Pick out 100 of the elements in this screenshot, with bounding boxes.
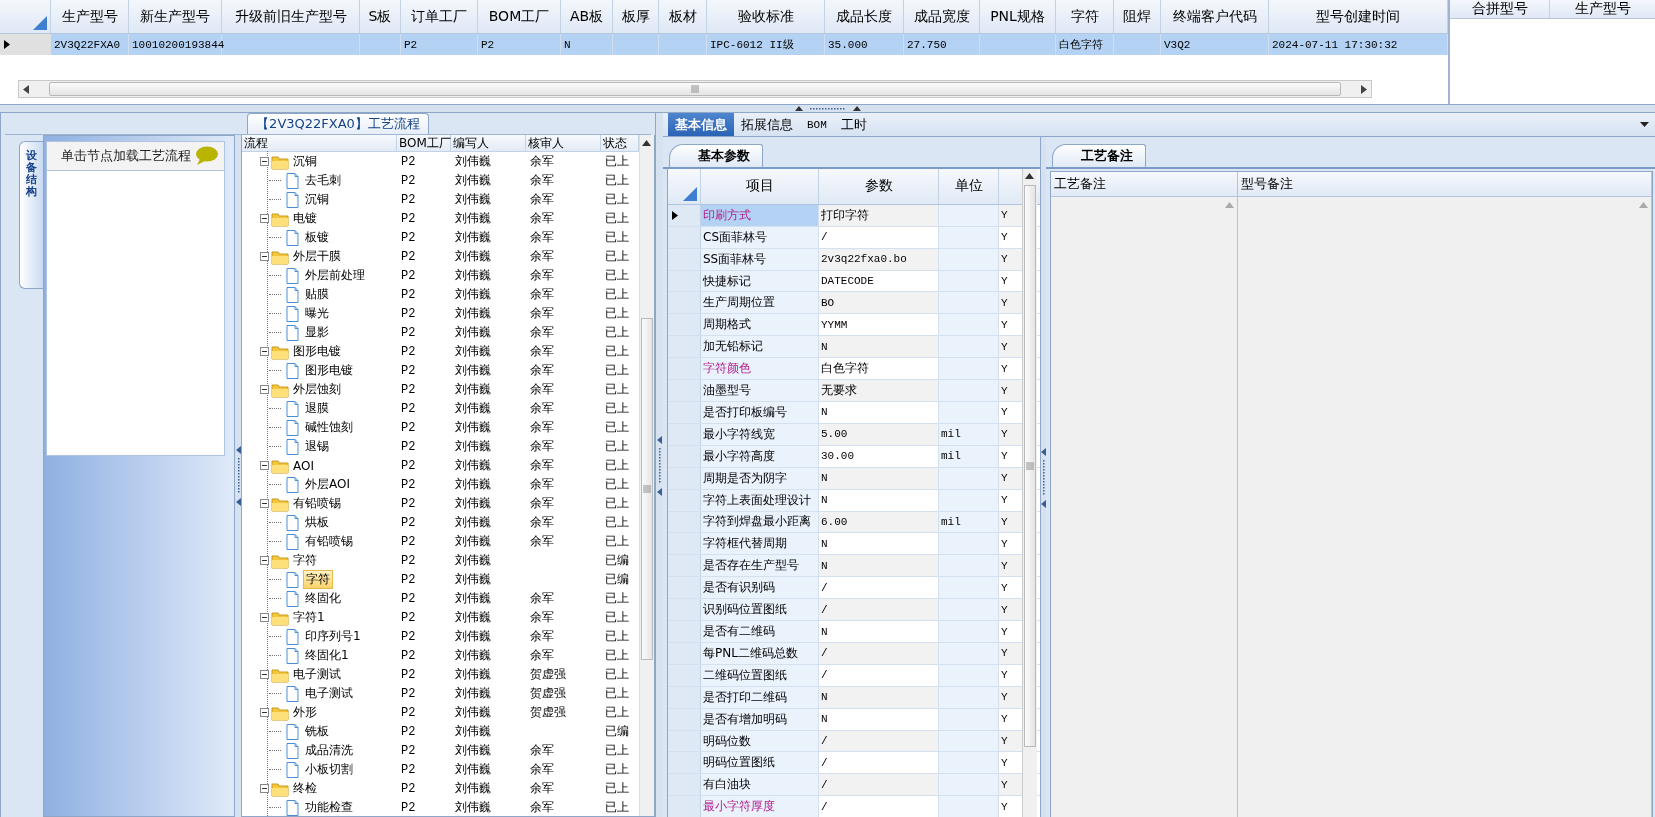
tab[interactable]: 拓展信息 (734, 113, 800, 136)
column-header[interactable]: 型号创建时间 (1269, 0, 1448, 33)
tree-node-label[interactable]: 终固化1 (303, 647, 351, 664)
tree-node-label[interactable]: 有铅喷锡 (303, 533, 355, 550)
tree-node-label[interactable]: 字符1 (291, 609, 327, 626)
collapse-icon[interactable] (260, 461, 269, 470)
table-row[interactable]: 是否打印板编号 N Y (668, 402, 1040, 424)
splitter-grip-icon[interactable] (658, 447, 661, 484)
collapse-arrow-icon[interactable] (657, 435, 662, 444)
vertical-scrollbar[interactable] (1022, 169, 1037, 817)
tree-node-label[interactable]: 外层干膜 (291, 248, 343, 265)
scroll-right-icon[interactable] (1361, 84, 1367, 94)
column-header[interactable]: 编写人 (451, 135, 526, 151)
collapse-icon[interactable] (260, 613, 269, 622)
table-row[interactable]: 每PNL二维码总数 / Y (668, 642, 1040, 665)
column-header[interactable]: 成品宽度 (904, 0, 980, 33)
tree-node-label[interactable]: 字符 (291, 552, 319, 569)
scroll-up-icon[interactable] (642, 140, 651, 146)
tree-node-label[interactable]: 退锡 (303, 438, 331, 455)
vertical-tab[interactable]: 设备结构 (19, 141, 43, 289)
tree-node-label[interactable]: 铣板 (303, 723, 331, 740)
scroll-up-icon[interactable] (1025, 173, 1034, 179)
tree-node-label[interactable]: 沉铜 (303, 191, 331, 208)
tree-node-label[interactable]: 外层蚀刻 (291, 381, 343, 398)
table-row[interactable]: 是否打印二维码 N Y (668, 686, 1040, 709)
splitter-grip-icon[interactable] (1042, 459, 1045, 496)
table-row[interactable]: 明码位数 / Y (668, 730, 1040, 753)
table-row[interactable]: 生产周期位置 BO Y (668, 292, 1040, 315)
tree-node-label[interactable]: 有铅喷锡 (291, 495, 343, 512)
splitter-grip-icon[interactable] (236, 458, 240, 494)
tab[interactable]: BOM (800, 113, 834, 136)
column-header[interactable]: BOM工厂 (478, 0, 561, 33)
column-header[interactable]: 型号备注 (1238, 172, 1651, 197)
tree-node-label[interactable]: 图形电镀 (291, 343, 343, 360)
tree-node-label[interactable]: 沉铜 (291, 153, 319, 170)
column-header[interactable]: 验收标准 (707, 0, 825, 33)
tree-node-label[interactable]: 去毛刺 (303, 172, 343, 189)
collapse-arrow-icon[interactable] (657, 487, 662, 496)
collapse-icon[interactable] (260, 385, 269, 394)
collapse-icon[interactable] (260, 556, 269, 565)
table-row[interactable]: 是否有增加明码 N Y (668, 708, 1040, 731)
collapse-icon[interactable] (260, 252, 269, 261)
tree-node-label[interactable]: 电镀 (291, 210, 319, 227)
table-row[interactable]: 快捷标记 DATECODE Y (668, 270, 1040, 293)
column-header[interactable]: 订单工厂 (401, 0, 478, 33)
tree-node-label[interactable]: 印序列号1 (303, 628, 363, 645)
collapse-icon[interactable] (260, 214, 269, 223)
table-row[interactable]: 是否有识别码 / Y (668, 577, 1040, 600)
column-header[interactable]: 单位 (939, 169, 999, 204)
collapse-arrow-icon[interactable] (235, 498, 241, 506)
column-header[interactable]: 核审人 (526, 135, 601, 151)
table-row[interactable]: 是否有二维码 N Y (668, 621, 1040, 643)
table-row[interactable]: CS面菲林号 / Y (668, 226, 1040, 249)
collapse-icon[interactable] (260, 670, 269, 679)
table-row[interactable]: 最小字符厚度 / Y (668, 796, 1040, 817)
column-header[interactable]: 参数 (819, 169, 939, 204)
tree-node-label[interactable]: 小板切割 (303, 761, 355, 778)
tree-node-label[interactable]: 电子测试 (303, 685, 355, 702)
tree-node-label[interactable]: AOI (291, 458, 316, 473)
collapse-icon[interactable] (260, 347, 269, 356)
tree-node-label[interactable]: 碱性蚀刻 (303, 419, 355, 436)
table-row[interactable]: 周期是否为阴字 N Y (668, 467, 1040, 490)
tab[interactable]: 工时 (833, 113, 874, 136)
column-header[interactable]: 项目 (701, 169, 819, 204)
collapse-arrow-icon[interactable] (235, 446, 241, 454)
tree-node-label[interactable]: 字符 (303, 570, 333, 589)
table-row[interactable]: SS面菲林号 2v3q22fxa0.bo Y (668, 248, 1040, 271)
column-header[interactable]: 成品长度 (825, 0, 904, 33)
column-header[interactable]: AB板 (561, 0, 613, 33)
tree-node-label[interactable]: 外层前处理 (303, 267, 367, 284)
table-row[interactable]: 字符上表面处理设计 N Y (668, 489, 1040, 512)
table-row[interactable]: 二维码位置图纸 / Y (668, 664, 1040, 687)
column-header[interactable]: S板 (360, 0, 401, 33)
table-row[interactable]: 有白油块 / Y (668, 774, 1040, 797)
column-header[interactable]: 升级前旧生产型号 (222, 0, 360, 33)
expand-arrow-icon[interactable] (794, 106, 803, 111)
table-row[interactable]: 加无铅标记 N Y (668, 336, 1040, 359)
column-header[interactable]: 流程 (242, 135, 397, 151)
column-header[interactable]: 板材 (659, 0, 707, 33)
tree-node-label[interactable]: 烘板 (303, 514, 331, 531)
table-row[interactable]: 识别码位置图纸 / Y (668, 599, 1040, 622)
table-row[interactable]: 最小字符高度 30.00 mil Y (668, 445, 1040, 468)
table-row[interactable]: 字符到焊盘最小距离 6.00 mil Y (668, 511, 1040, 534)
table-row[interactable]: 印刷方式 打印字符 Y (668, 204, 1040, 227)
tree-node-label[interactable]: 电子测试 (291, 666, 343, 683)
vertical-scrollbar[interactable] (639, 135, 654, 816)
collapse-icon[interactable] (260, 708, 269, 717)
tree-node-label[interactable]: 曝光 (303, 305, 331, 322)
table-row[interactable]: 字符颜色 白色字符 Y (668, 358, 1040, 381)
collapse-arrow-icon[interactable] (1041, 447, 1046, 456)
column-header[interactable]: 终端客户代码 (1161, 0, 1269, 33)
tree-node-label[interactable]: 贴膜 (303, 286, 331, 303)
table-row[interactable]: 最小字符线宽 5.00 mil Y (668, 423, 1040, 446)
tree-node-label[interactable]: 成品清洗 (303, 742, 355, 759)
tree-node-label[interactable]: 图形电镀 (303, 362, 355, 379)
collapse-icon[interactable] (260, 157, 269, 166)
tree-node-label[interactable]: 外形 (291, 704, 319, 721)
table-row[interactable]: 明码位置图纸 / Y (668, 752, 1040, 775)
tree-node-label[interactable]: 终固化 (303, 590, 343, 607)
collapse-arrow-icon[interactable] (1041, 499, 1046, 508)
